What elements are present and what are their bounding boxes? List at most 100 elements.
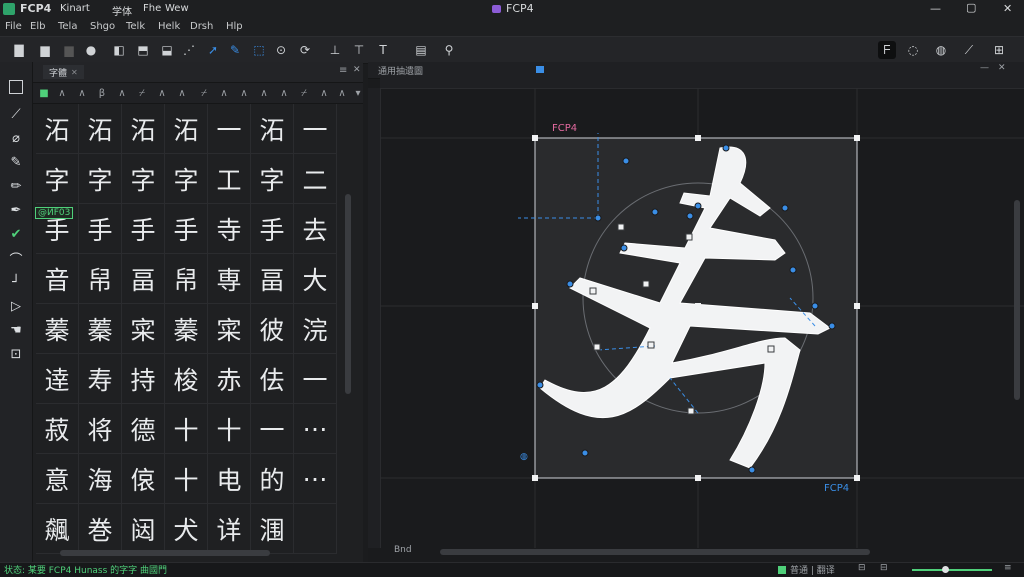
glyph-cell[interactable]: 手 [122, 204, 165, 254]
glyph-cell[interactable]: 德 [122, 404, 165, 454]
minimize-button[interactable]: — [930, 2, 941, 15]
glyph-cell[interactable]: 手 [251, 204, 294, 254]
glyph-cell[interactable]: 一 [208, 104, 251, 154]
knife-tool-icon[interactable]: ⟋ [960, 41, 978, 59]
filter-green-icon[interactable]: ■ [36, 85, 52, 101]
editor-close-icon[interactable]: ✕ [998, 63, 1006, 73]
filter-icon[interactable]: ⌿ [296, 85, 312, 101]
title-menu-item[interactable]: Fhe [143, 3, 161, 14]
editor-vertical-scrollbar[interactable] [1014, 200, 1020, 400]
glyph-cell[interactable]: 佉 [251, 354, 294, 404]
filter-icon[interactable]: ∧ [154, 85, 170, 101]
curve-tool-icon[interactable]: ᖴ [878, 41, 896, 59]
glyph-cell[interactable]: 电 [208, 454, 251, 504]
maximize-button[interactable]: ▢ [966, 1, 976, 14]
status-icon[interactable]: ⊟ [880, 563, 888, 573]
glyph-cell[interactable]: 涠 [251, 504, 294, 554]
glyph-cell[interactable]: 工 [208, 154, 251, 204]
save-file-icon[interactable]: ▆ [60, 41, 78, 59]
glyph-cell[interactable]: 沰 [165, 104, 208, 154]
layer-icon[interactable]: ◧ [110, 41, 128, 59]
select-icon[interactable]: ⬚ [250, 41, 268, 59]
glyph-cell[interactable]: 沰 [79, 104, 122, 154]
glyph-cell[interactable] [294, 504, 337, 554]
glyph-cell[interactable]: 帠 [79, 254, 122, 304]
transform-icon[interactable]: ⬒ [134, 41, 152, 59]
zoom-slider-handle[interactable] [942, 566, 949, 573]
glyph-cell[interactable]: 沰 [36, 104, 79, 154]
close-button[interactable]: ✕ [1003, 2, 1012, 15]
glyph-cell[interactable]: 菽 [36, 404, 79, 454]
menu-edit[interactable]: Elb [30, 21, 45, 32]
circle-tool-icon[interactable]: ◌ [904, 41, 922, 59]
glyph-cell[interactable]: 寀 [122, 304, 165, 354]
filter-icon[interactable]: ∧ [276, 85, 292, 101]
node-icon[interactable]: ⋰ [180, 41, 198, 59]
brush-icon[interactable]: ✎ [226, 41, 244, 59]
glyph-cell[interactable]: 字 [165, 154, 208, 204]
glyph-cell[interactable]: 畐 [122, 254, 165, 304]
glyph-cell[interactable]: 巻 [79, 504, 122, 554]
glyph-cell[interactable]: 持 [122, 354, 165, 404]
glyph-horizontal-scrollbar[interactable] [40, 549, 340, 557]
zoom-slider[interactable] [912, 566, 992, 573]
menu-helk[interactable]: Helk [158, 21, 180, 32]
frame-icon[interactable]: ⊡ [6, 344, 26, 364]
glyph-cell[interactable]: 一 [294, 354, 337, 404]
scrollbar-thumb[interactable] [345, 194, 351, 394]
glyph-canvas[interactable] [380, 88, 1024, 548]
glyph-cell[interactable]: 逹 [36, 354, 79, 404]
open-file-icon[interactable]: ▆ [36, 41, 54, 59]
glyph-cell[interactable]: 十 [165, 404, 208, 454]
status-mode[interactable]: 普通 | 翻译 [790, 563, 835, 576]
glyph-cell[interactable]: 帠 [165, 254, 208, 304]
glyph-cell[interactable]: 手 [79, 204, 122, 254]
glyph-cell[interactable]: ⋯ [294, 454, 337, 504]
title-menu-item[interactable]: Wew [165, 3, 189, 14]
pencil-icon[interactable]: ✏ [6, 176, 26, 196]
text-icon[interactable]: T [374, 41, 392, 59]
brush-tool-icon[interactable]: ✎ [6, 152, 26, 172]
grid-tool-icon[interactable]: ⊞ [990, 41, 1008, 59]
align-icon[interactable]: ⊥ [326, 41, 344, 59]
eyedropper-icon[interactable]: ⟋ [6, 104, 26, 124]
glyph-cell[interactable]: 的 [251, 454, 294, 504]
panel-tab-close-icon[interactable]: ✕ [71, 68, 78, 77]
pen-icon[interactable]: ➚ [204, 41, 222, 59]
glyph-cell[interactable]: 彼 [251, 304, 294, 354]
menu-file[interactable]: File [5, 21, 22, 32]
refresh-icon[interactable]: ⟳ [296, 41, 314, 59]
status-menu-icon[interactable]: ≡ [1004, 563, 1012, 573]
glyph-cell[interactable]: 寀 [208, 304, 251, 354]
glyph-cell[interactable]: 去 [294, 204, 337, 254]
hand-icon[interactable]: ☚ [6, 320, 26, 340]
glyph-cell[interactable]: 浣 [294, 304, 337, 354]
glyph-cell[interactable]: 字 [122, 154, 165, 204]
glyph-cell[interactable]: 字 [79, 154, 122, 204]
corner-icon[interactable]: ┘ [6, 272, 26, 292]
glyph-cell[interactable]: 寺 [208, 204, 251, 254]
editor-tab-label[interactable]: 通用抽遺圖 [378, 64, 423, 77]
glyph-cell[interactable]: 蓁 [79, 304, 122, 354]
editor-tab-icon[interactable] [536, 66, 544, 73]
glyph-cell[interactable]: 蓁 [36, 304, 79, 354]
glyph-cell[interactable]: 详 [208, 504, 251, 554]
glyph-cell[interactable]: 大 [294, 254, 337, 304]
glyph-vertical-scrollbar[interactable] [343, 104, 353, 549]
filter-icon[interactable]: ∧ [174, 85, 190, 101]
glyph-cell[interactable]: 一 [251, 404, 294, 454]
glyph-cell[interactable]: 蓁 [165, 304, 208, 354]
new-file-icon[interactable]: ▇ [10, 41, 28, 59]
editor-min-icon[interactable]: — [980, 63, 989, 73]
check-icon[interactable]: ✔ [6, 224, 26, 244]
filter-icon[interactable]: ∧ [236, 85, 252, 101]
glyph-cell[interactable]: 沰 [251, 104, 294, 154]
menu-tela[interactable]: Tela [58, 21, 77, 32]
glyph-cell[interactable]: 音 [36, 254, 79, 304]
glyph-cell[interactable]: ⋯ [294, 404, 337, 454]
menu-drsh[interactable]: Drsh [190, 21, 213, 32]
scrollbar-thumb[interactable] [60, 550, 270, 556]
glyph-cell[interactable]: 犬 [165, 504, 208, 554]
glyph-cell[interactable]: 手 [165, 204, 208, 254]
glyph-cell[interactable]: 一 [294, 104, 337, 154]
